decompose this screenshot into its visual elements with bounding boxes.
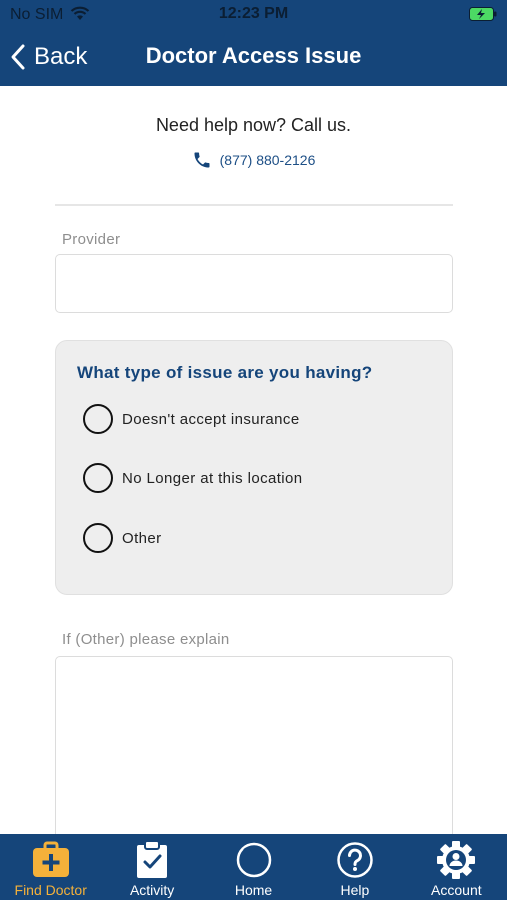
battery-icon — [469, 7, 497, 26]
provider-label: Provider — [62, 231, 121, 248]
tab-home[interactable]: Home — [203, 834, 304, 900]
status-bar: No SIM 12:23 PM — [0, 0, 507, 28]
issue-question: What type of issue are you having? — [77, 363, 373, 382]
divider — [55, 204, 453, 206]
tab-label: Home — [234, 882, 273, 898]
help-text: Need help now? Call us. — [155, 115, 352, 135]
phone-icon — [194, 152, 210, 168]
option-label: Doesn't accept insurance — [122, 410, 300, 428]
radio-button[interactable] — [83, 463, 113, 493]
navigation-bar: Back Doctor Access Issue — [0, 28, 507, 86]
question-circle-icon — [336, 840, 374, 880]
home-circle-icon — [235, 840, 273, 880]
tab-account[interactable]: Account — [406, 834, 507, 900]
tab-activity[interactable]: Activity — [101, 834, 202, 900]
page-title: Doctor Access Issue — [0, 43, 507, 69]
explain-label: If (Other) please explain — [62, 631, 230, 648]
option-label: Other — [122, 529, 162, 547]
phone-number[interactable]: (877) 880-2126 — [220, 152, 316, 168]
provider-input[interactable] — [55, 254, 453, 313]
clipboard-check-icon — [135, 840, 169, 880]
tab-help[interactable]: Help — [304, 834, 405, 900]
option-label: No Longer at this location — [122, 469, 303, 487]
radio-button[interactable] — [83, 404, 113, 434]
tab-label: Find Doctor — [14, 882, 87, 898]
explain-textarea[interactable] — [55, 656, 453, 856]
option-no-longer-at-location[interactable]: No Longer at this location — [83, 463, 303, 493]
tab-label: Account — [431, 882, 482, 898]
option-doesnt-accept-insurance[interactable]: Doesn't accept insurance — [83, 404, 300, 434]
issue-type-card: What type of issue are you having? Doesn… — [55, 340, 453, 595]
page-title-text: Doctor Access Issue — [145, 43, 362, 68]
tab-label: Help — [340, 882, 370, 898]
status-time: 12:23 PM — [218, 5, 289, 22]
radio-button[interactable] — [83, 523, 113, 553]
tab-find-doctor[interactable]: Find Doctor — [0, 834, 101, 900]
medical-kit-icon — [31, 840, 71, 880]
tab-label: Activity — [129, 882, 175, 898]
call-link[interactable]: (877) 880-2126 — [0, 150, 507, 170]
tab-bar: Find Doctor Activity Home Help Account — [0, 834, 507, 900]
gear-person-icon — [436, 840, 476, 880]
option-other[interactable]: Other — [83, 523, 162, 553]
